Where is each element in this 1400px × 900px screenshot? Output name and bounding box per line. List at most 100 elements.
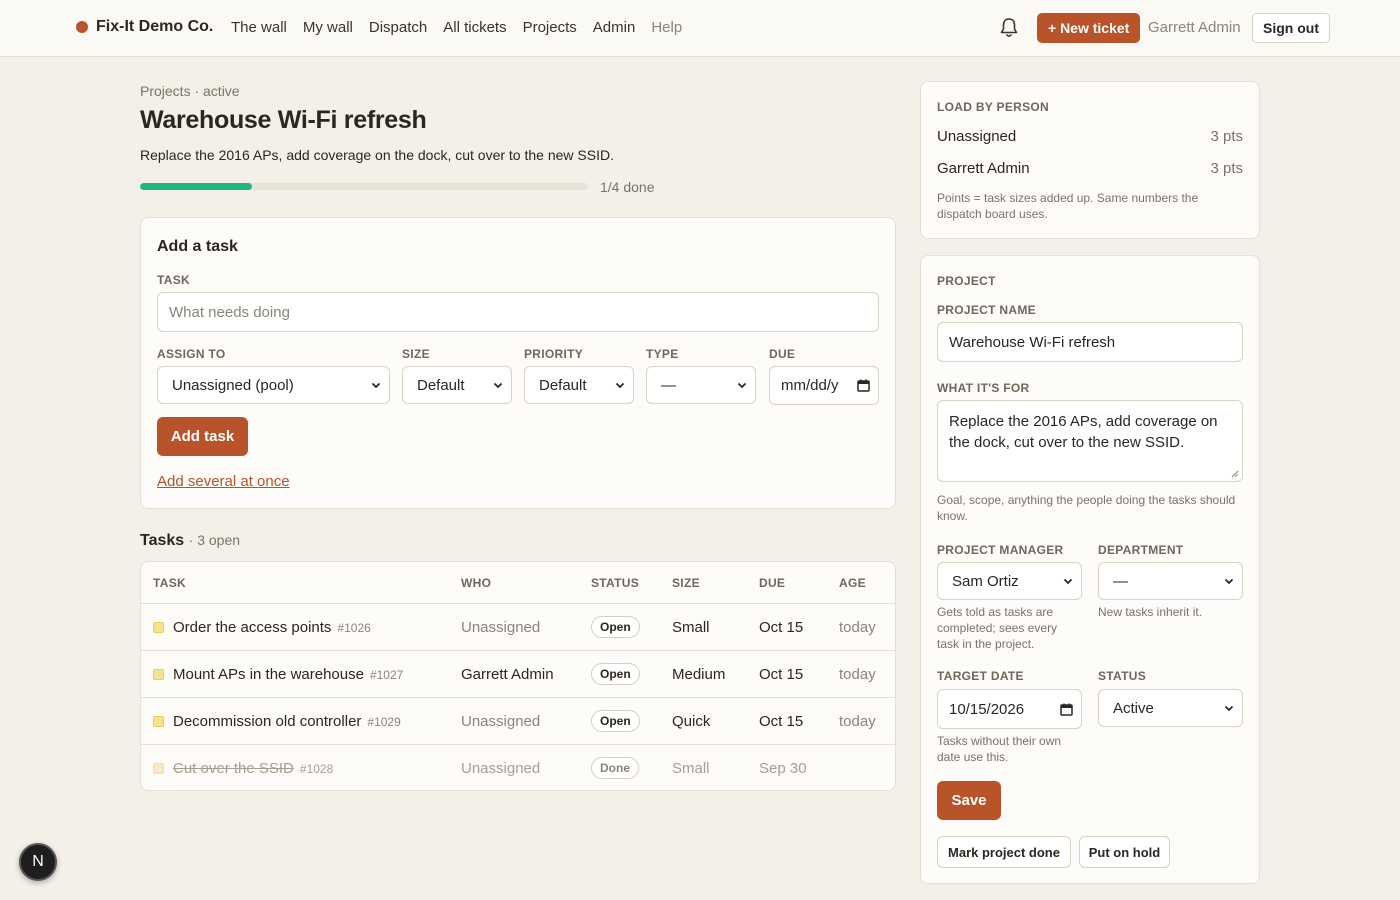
size-select[interactable]: Default	[402, 366, 512, 404]
load-points: 3 pts	[1210, 128, 1243, 145]
table-row[interactable]: Order the access points #1026 Unassigned …	[141, 603, 895, 650]
task-size: Quick	[672, 713, 711, 730]
page-description: Replace the 2016 APs, add coverage on th…	[140, 147, 614, 163]
current-user[interactable]: Garrett Admin	[1148, 19, 1241, 36]
tasks-open-count: · 3 open	[188, 532, 241, 548]
task-age: today	[839, 619, 876, 636]
progress-bar	[140, 183, 588, 190]
table-row[interactable]: Mount APs in the warehouse #1027 Garrett …	[141, 650, 895, 697]
col-size: SIZE	[672, 576, 700, 590]
nav-help[interactable]: Help	[651, 19, 682, 36]
pm-label: PROJECT MANAGER	[937, 543, 1064, 557]
task-id: #1028	[299, 762, 334, 776]
col-status: STATUS	[591, 576, 640, 590]
assign-label: ASSIGN TO	[157, 347, 226, 361]
pm-hint: Gets told as tasks are completed; sees e…	[937, 605, 1058, 651]
breadcrumb: Projects · active	[140, 83, 240, 99]
bell-icon[interactable]	[999, 17, 1019, 39]
col-task: TASK	[153, 576, 186, 590]
calendar-icon[interactable]	[1060, 703, 1073, 716]
add-task-card: Add a task TASK What needs doing ASSIGN …	[140, 217, 896, 509]
save-button[interactable]: Save	[937, 781, 1001, 820]
task-due: Oct 15	[759, 619, 804, 636]
new-ticket-button[interactable]: + New ticket	[1037, 13, 1141, 43]
task-name[interactable]: Order the access points	[173, 619, 331, 636]
dept-hint: New tasks inherit it.	[1098, 605, 1203, 619]
task-id: #1026	[337, 621, 371, 635]
progress-fill	[140, 183, 252, 190]
priority-select[interactable]: Default	[524, 366, 634, 404]
task-name[interactable]: Decommission old controller	[173, 713, 361, 730]
resize-handle-icon[interactable]	[1231, 470, 1239, 478]
load-note: Points = task sizes added up. Same numbe…	[937, 191, 1199, 221]
table-row[interactable]: Cut over the SSID #1028 Unassigned Done S…	[141, 744, 895, 791]
nav-admin[interactable]: Admin	[593, 19, 636, 36]
top-nav: Fix-It Demo Co. The wall My wall Dispatc…	[0, 0, 1400, 57]
col-age: AGE	[839, 576, 866, 590]
project-card: PROJECT PROJECT NAME Warehouse Wi-Fi ref…	[920, 255, 1260, 884]
nav-all-tickets[interactable]: All tickets	[443, 19, 506, 36]
priority-square-icon	[153, 622, 164, 633]
page-title: Warehouse Wi-Fi refresh	[140, 106, 427, 134]
due-date-input[interactable]: mm/dd/y	[769, 366, 879, 405]
project-name-label: PROJECT NAME	[937, 303, 1036, 317]
project-name-input[interactable]: Warehouse Wi-Fi refresh	[937, 322, 1243, 362]
task-name[interactable]: Mount APs in the warehouse	[173, 666, 364, 683]
task-size: Small	[672, 760, 710, 777]
load-points: 3 pts	[1210, 160, 1243, 177]
dev-tools-badge[interactable]: N	[19, 843, 57, 881]
task-input[interactable]: What needs doing	[157, 292, 879, 332]
calendar-icon[interactable]	[857, 379, 870, 392]
size-label: SIZE	[402, 347, 430, 361]
load-person: Unassigned	[937, 128, 1017, 145]
task-label: TASK	[157, 273, 190, 287]
load-row: Garrett Admin 3 pts	[937, 160, 1243, 177]
chevron-down-icon	[1224, 705, 1234, 712]
brand-logo[interactable]: Fix-It Demo Co.	[76, 18, 213, 36]
chevron-down-icon	[737, 382, 747, 389]
type-select[interactable]: —	[646, 366, 756, 404]
mark-done-button[interactable]: Mark project done	[937, 836, 1071, 868]
priority-square-icon	[153, 669, 164, 680]
priority-square-icon	[153, 716, 164, 727]
status-select[interactable]: Active	[1098, 689, 1243, 727]
sign-out-button[interactable]: Sign out	[1252, 13, 1330, 43]
nav-projects[interactable]: Projects	[523, 19, 577, 36]
assign-value: Unassigned (pool)	[172, 376, 294, 394]
chevron-down-icon	[1063, 578, 1073, 585]
add-task-button[interactable]: Add task	[157, 417, 248, 456]
nav-the-wall[interactable]: The wall	[231, 19, 287, 36]
due-label: DUE	[769, 347, 796, 361]
nav-my-wall[interactable]: My wall	[303, 19, 353, 36]
nav-dispatch[interactable]: Dispatch	[369, 19, 427, 36]
assign-select[interactable]: Unassigned (pool)	[157, 366, 390, 404]
size-value: Default	[417, 376, 465, 394]
type-label: TYPE	[646, 347, 679, 361]
chevron-down-icon	[615, 382, 625, 389]
chevron-down-icon	[1224, 578, 1234, 585]
task-name[interactable]: Cut over the SSID	[173, 760, 294, 777]
task-who: Unassigned	[461, 713, 541, 730]
put-on-hold-button[interactable]: Put on hold	[1079, 836, 1170, 868]
target-date-input[interactable]: 10/15/2026	[937, 689, 1082, 729]
status-badge: Open	[591, 710, 640, 732]
pm-select[interactable]: Sam Ortiz	[937, 562, 1082, 600]
task-due: Oct 15	[759, 666, 804, 683]
purpose-hint: Goal, scope, anything the people doing t…	[937, 493, 1236, 523]
table-row[interactable]: Decommission old controller #1029 Unassig…	[141, 697, 895, 744]
dept-select[interactable]: —	[1098, 562, 1243, 600]
pm-value: Sam Ortiz	[952, 572, 1019, 590]
col-due: DUE	[759, 576, 786, 590]
purpose-text: Replace the 2016 APs, add coverage on th…	[949, 413, 1218, 451]
due-value: mm/dd/y	[781, 377, 839, 394]
task-due: Oct 15	[759, 713, 804, 730]
load-heading: LOAD BY PERSON	[937, 100, 1049, 114]
tasks-heading: Tasks	[140, 532, 185, 549]
status-badge: Done	[591, 757, 639, 779]
target-date-label: TARGET DATE	[937, 669, 1024, 683]
purpose-textarea[interactable]: Replace the 2016 APs, add coverage on th…	[937, 400, 1243, 482]
task-who: Unassigned	[461, 760, 541, 777]
add-several-link[interactable]: Add several at once	[157, 473, 290, 490]
task-age: today	[839, 666, 876, 683]
progress-label: 1/4 done	[600, 179, 655, 195]
